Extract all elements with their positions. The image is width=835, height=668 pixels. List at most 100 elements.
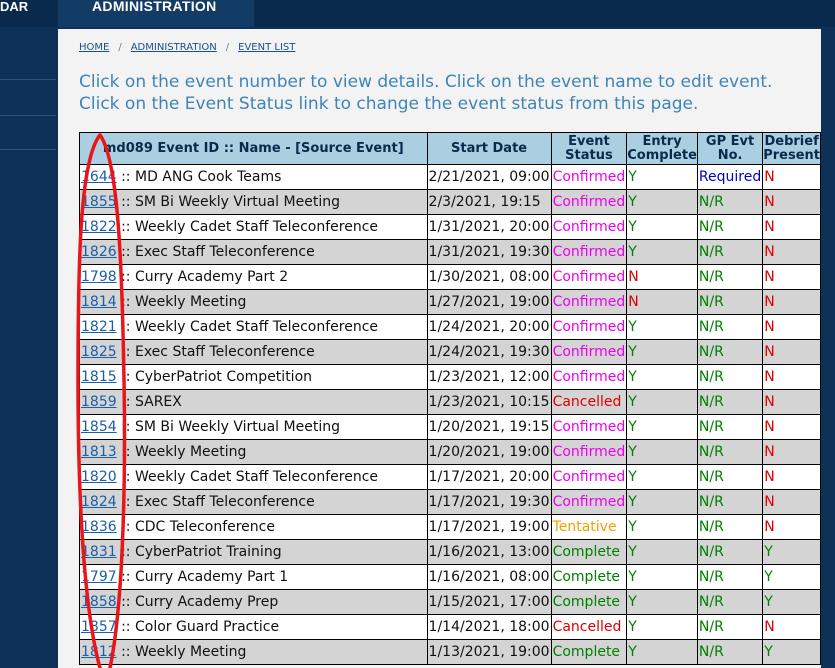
event-status-link[interactable]: Confirmed [550,264,628,290]
table-row: 1858 :: Curry Academy Prep 1/15/2021, 17:… [79,589,821,615]
column-header-name: md089 Event ID :: Name - [Source Event] [79,132,428,165]
event-number-link[interactable]: 1824 [81,494,117,510]
gp-evt-no-cell: N/R [696,589,764,615]
column-header-gp-evt-no: GP Evt No. [696,132,764,165]
gp-evt-no-cell: N/R [696,489,764,515]
event-status-link[interactable]: Complete [550,539,628,565]
event-name-link[interactable]: Weekly Meeting [135,444,246,460]
debrief-present-cell: N [762,414,821,440]
table-row: 1815 :: CyberPatriot Competition 1/23/202… [79,364,821,390]
event-number-link[interactable]: 1812 [81,644,117,660]
event-number-link[interactable]: 1825 [81,344,117,360]
event-id-name-cell: 1813 :: Weekly Meeting [79,439,428,465]
event-name-link[interactable]: Curry Academy Part 2 [135,269,288,285]
breadcrumb-home-link[interactable]: HOME [79,42,109,53]
start-date-cell: 1/24/2021, 20:00 [426,314,552,340]
event-status-link[interactable]: Complete [550,589,628,615]
event-name-link[interactable]: SAREX [135,394,182,410]
sidebar-divider [0,115,56,116]
event-status-link[interactable]: Confirmed [550,364,628,390]
gp-evt-no-cell: N/R [696,564,764,590]
event-name-link[interactable]: Weekly Cadet Staff Teleconference [135,469,378,485]
event-number-link[interactable]: 1815 [81,369,117,385]
event-number-link[interactable]: 1831 [81,544,117,560]
event-name-link[interactable]: Curry Academy Prep [135,594,278,610]
column-header-debrief-present: Debrief Present [762,132,821,165]
event-status-link[interactable]: Cancelled [550,614,628,640]
event-number-link[interactable]: 1798 [81,269,117,285]
event-number-link[interactable]: 1797 [81,569,117,585]
entry-complete-cell: Y [626,564,698,590]
entry-complete-cell: N [626,289,698,315]
event-name-link[interactable]: Weekly Meeting [135,294,246,310]
event-status-link[interactable]: Confirmed [550,189,628,215]
breadcrumb-administration-link[interactable]: ADMINISTRATION [131,42,217,53]
event-name-link[interactable]: Exec Staff Teleconference [135,494,315,510]
sidebar-divider [0,149,56,150]
event-status-link[interactable]: Confirmed [550,339,628,365]
event-status-link[interactable]: Confirmed [550,464,628,490]
event-number-link[interactable]: 1820 [81,469,117,485]
gp-evt-no-cell: N/R [696,439,764,465]
event-number-link[interactable]: 1814 [81,294,117,310]
event-name-link[interactable]: Weekly Meeting [135,644,246,660]
event-name-link[interactable]: Curry Academy Part 1 [135,569,288,585]
event-number-link[interactable]: 1857 [81,619,117,635]
event-number-link[interactable]: 1836 [81,519,117,535]
event-number-link[interactable]: 1822 [81,219,117,235]
event-name-link[interactable]: SM Bi Weekly Virtual Meeting [135,419,340,435]
nav-item-calendar[interactable]: DAR [0,0,56,27]
event-id-name-cell: 1858 :: Curry Academy Prep [79,589,428,615]
table-row: 1824 :: Exec Staff Teleconference 1/17/20… [79,489,821,515]
event-number-link[interactable]: 1855 [81,194,117,210]
debrief-present-cell: N [762,514,821,540]
event-name-link[interactable]: Weekly Cadet Staff Teleconference [135,219,378,235]
column-header-label: No. [717,147,743,163]
debrief-present-cell: N [762,464,821,490]
nav-item-administration[interactable]: ADMINISTRATION [58,0,254,27]
event-name-link[interactable]: Exec Staff Teleconference [135,244,315,260]
id-separator: :: [116,569,135,585]
event-status-link[interactable]: Confirmed [550,214,628,240]
event-status-link[interactable]: Complete [550,564,628,590]
event-number-link[interactable]: 1859 [81,394,117,410]
event-number-link[interactable]: 1854 [81,419,117,435]
event-name-link[interactable]: SM Bi Weekly Virtual Meeting [135,194,340,210]
event-number-link[interactable]: 1821 [81,319,117,335]
event-status-link[interactable]: Confirmed [550,489,628,515]
event-status-link[interactable]: Confirmed [550,314,628,340]
event-status-link[interactable]: Tentative [550,514,628,540]
event-id-name-cell: 1859 :: SAREX [79,389,428,415]
start-date-cell: 1/20/2021, 19:00 [426,439,552,465]
gp-evt-no-cell: N/R [696,214,764,240]
event-name-link[interactable]: MD ANG Cook Teams [135,169,281,185]
entry-complete-cell: Y [626,339,698,365]
event-status-link[interactable]: Confirmed [550,439,628,465]
event-id-name-cell: 1825 :: Exec Staff Teleconference [79,339,428,365]
table-row: 1855 :: SM Bi Weekly Virtual Meeting 2/3/… [79,189,821,215]
table-row: 1831 :: CyberPatriot Training 1/16/2021, … [79,539,821,565]
event-name-link[interactable]: CDC Teleconference [135,519,275,535]
event-status-link[interactable]: Confirmed [550,414,628,440]
event-number-link[interactable]: 1813 [81,444,117,460]
event-status-link[interactable]: Confirmed [550,289,628,315]
event-number-link[interactable]: 1858 [81,594,117,610]
breadcrumb-event-list-link[interactable]: EVENT LIST [238,42,295,53]
debrief-present-cell: N [762,164,821,190]
event-name-link[interactable]: CyberPatriot Competition [135,369,312,385]
event-status-link[interactable]: Complete [550,639,628,665]
event-number-link[interactable]: 1826 [81,244,117,260]
event-number-link[interactable]: 1644 [81,169,117,185]
event-name-link[interactable]: Weekly Cadet Staff Teleconference [135,319,378,335]
event-name-link[interactable]: CyberPatriot Training [135,544,282,560]
gp-evt-no-cell: N/R [696,414,764,440]
event-status-link[interactable]: Cancelled [550,389,628,415]
start-date-cell: 1/23/2021, 12:00 [426,364,552,390]
breadcrumb: HOME / ADMINISTRATION / EVENT LIST [79,42,295,53]
event-status-link[interactable]: Confirmed [550,239,628,265]
debrief-present-cell: N [762,389,821,415]
event-name-link[interactable]: Color Guard Practice [135,619,279,635]
event-status-link[interactable]: Confirmed [550,164,628,190]
entry-complete-cell: Y [626,314,698,340]
event-name-link[interactable]: Exec Staff Teleconference [135,344,315,360]
